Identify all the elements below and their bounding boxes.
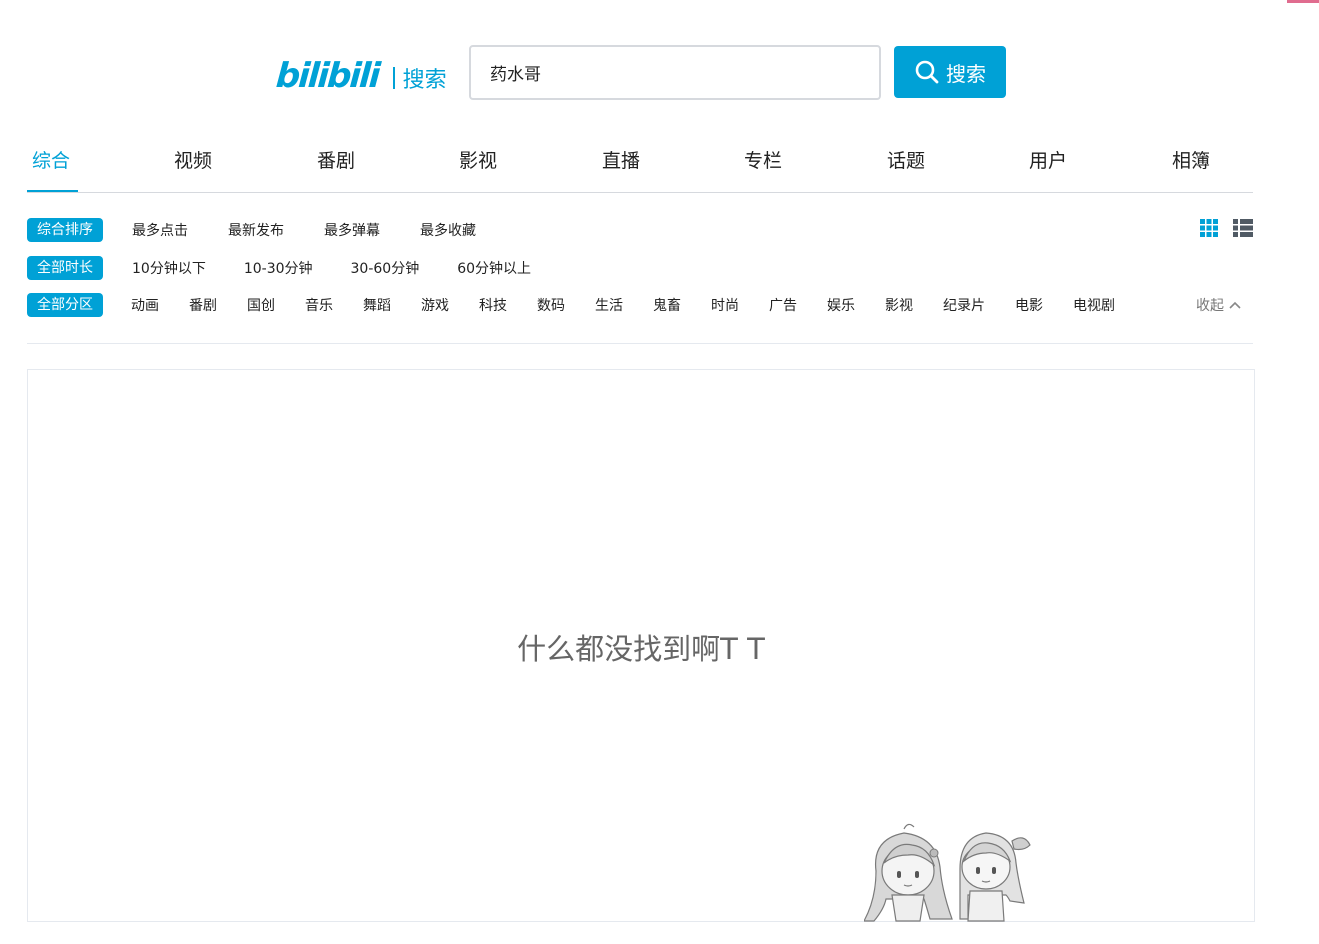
- zone-option[interactable]: 国创: [247, 295, 275, 315]
- order-option[interactable]: 最多点击: [132, 220, 188, 240]
- order-option[interactable]: 最多收藏: [420, 220, 476, 240]
- tab-article[interactable]: 专栏: [744, 146, 782, 173]
- search-box[interactable]: [469, 45, 881, 100]
- zone-option[interactable]: 娱乐: [827, 295, 855, 315]
- chevron-up-icon: [1229, 301, 1241, 309]
- zone-option[interactable]: 番剧: [189, 295, 217, 315]
- logo-wordmark: bilibili: [274, 56, 381, 96]
- grid-view-icon[interactable]: [1198, 217, 1220, 239]
- tab-topic[interactable]: 话题: [887, 146, 925, 173]
- search-icon: [915, 60, 939, 84]
- tab-bangumi[interactable]: 番剧: [317, 146, 355, 173]
- zone-option[interactable]: 纪录片: [943, 295, 985, 315]
- zone-filter-row: 全部分区 动画 番剧 国创 音乐 舞蹈 游戏 科技 数码 生活 鬼畜 时尚 广告…: [27, 293, 1242, 317]
- zone-option[interactable]: 影视: [885, 295, 913, 315]
- zone-option[interactable]: 舞蹈: [363, 295, 391, 315]
- collapse-label: 收起: [1196, 298, 1224, 314]
- zone-option[interactable]: 音乐: [305, 295, 333, 315]
- logo-divider: [392, 67, 395, 89]
- list-view-icon[interactable]: [1232, 217, 1254, 239]
- zone-option[interactable]: 数码: [537, 295, 565, 315]
- tab-album[interactable]: 相簿: [1172, 146, 1210, 173]
- tab-user[interactable]: 用户: [1029, 146, 1067, 173]
- zone-option[interactable]: 生活: [595, 295, 623, 315]
- tab-film-tv[interactable]: 影视: [459, 146, 497, 173]
- order-filter-row: 综合排序 最多点击 最新发布 最多弹幕 最多收藏: [27, 218, 476, 242]
- search-button[interactable]: 搜索: [894, 46, 1006, 98]
- zone-option[interactable]: 广告: [769, 295, 797, 315]
- tab-live[interactable]: 直播: [602, 146, 640, 173]
- duration-option[interactable]: 60分钟以上: [457, 258, 531, 278]
- tab-video[interactable]: 视频: [174, 146, 212, 173]
- zone-option[interactable]: 鬼畜: [653, 295, 681, 315]
- bilibili-logo[interactable]: bilibili 搜索: [274, 54, 447, 98]
- order-filter-selected[interactable]: 综合排序: [27, 218, 103, 242]
- mascot-illustration: [864, 823, 1031, 922]
- zone-option[interactable]: 动画: [131, 295, 159, 315]
- search-input[interactable]: [471, 47, 879, 98]
- top-right-accent-mark: [1287, 0, 1319, 3]
- order-option[interactable]: 最新发布: [228, 220, 284, 240]
- results-panel: 什么都没找到啊T T: [27, 369, 1255, 922]
- tab-all[interactable]: 综合: [32, 146, 70, 173]
- order-option[interactable]: 最多弹幕: [324, 220, 380, 240]
- zone-option[interactable]: 科技: [479, 295, 507, 315]
- zone-option[interactable]: 时尚: [711, 295, 739, 315]
- zone-option[interactable]: 游戏: [421, 295, 449, 315]
- duration-filter-row: 全部时长 10分钟以下 10-30分钟 30-60分钟 60分钟以上: [27, 256, 531, 280]
- duration-option[interactable]: 30-60分钟: [351, 258, 420, 278]
- logo-section-label: 搜索: [402, 68, 447, 93]
- active-tab-indicator: [27, 190, 78, 192]
- duration-option[interactable]: 10-30分钟: [244, 258, 313, 278]
- duration-filter-selected[interactable]: 全部时长: [27, 256, 103, 280]
- search-type-tabs: 综合 视频 番剧 影视 直播 专栏 话题 用户 相簿: [27, 139, 1253, 193]
- zone-option[interactable]: 电视剧: [1073, 295, 1115, 315]
- zone-filter-selected[interactable]: 全部分区: [27, 293, 103, 317]
- zone-option[interactable]: 电影: [1015, 295, 1043, 315]
- zone-collapse-toggle[interactable]: 收起: [1196, 295, 1242, 315]
- filters-divider: [27, 343, 1253, 344]
- search-button-label: 搜索: [946, 61, 986, 86]
- empty-results-message: 什么都没找到啊T T: [517, 632, 765, 666]
- view-toggle: [1198, 217, 1254, 239]
- duration-option[interactable]: 10分钟以下: [132, 258, 206, 278]
